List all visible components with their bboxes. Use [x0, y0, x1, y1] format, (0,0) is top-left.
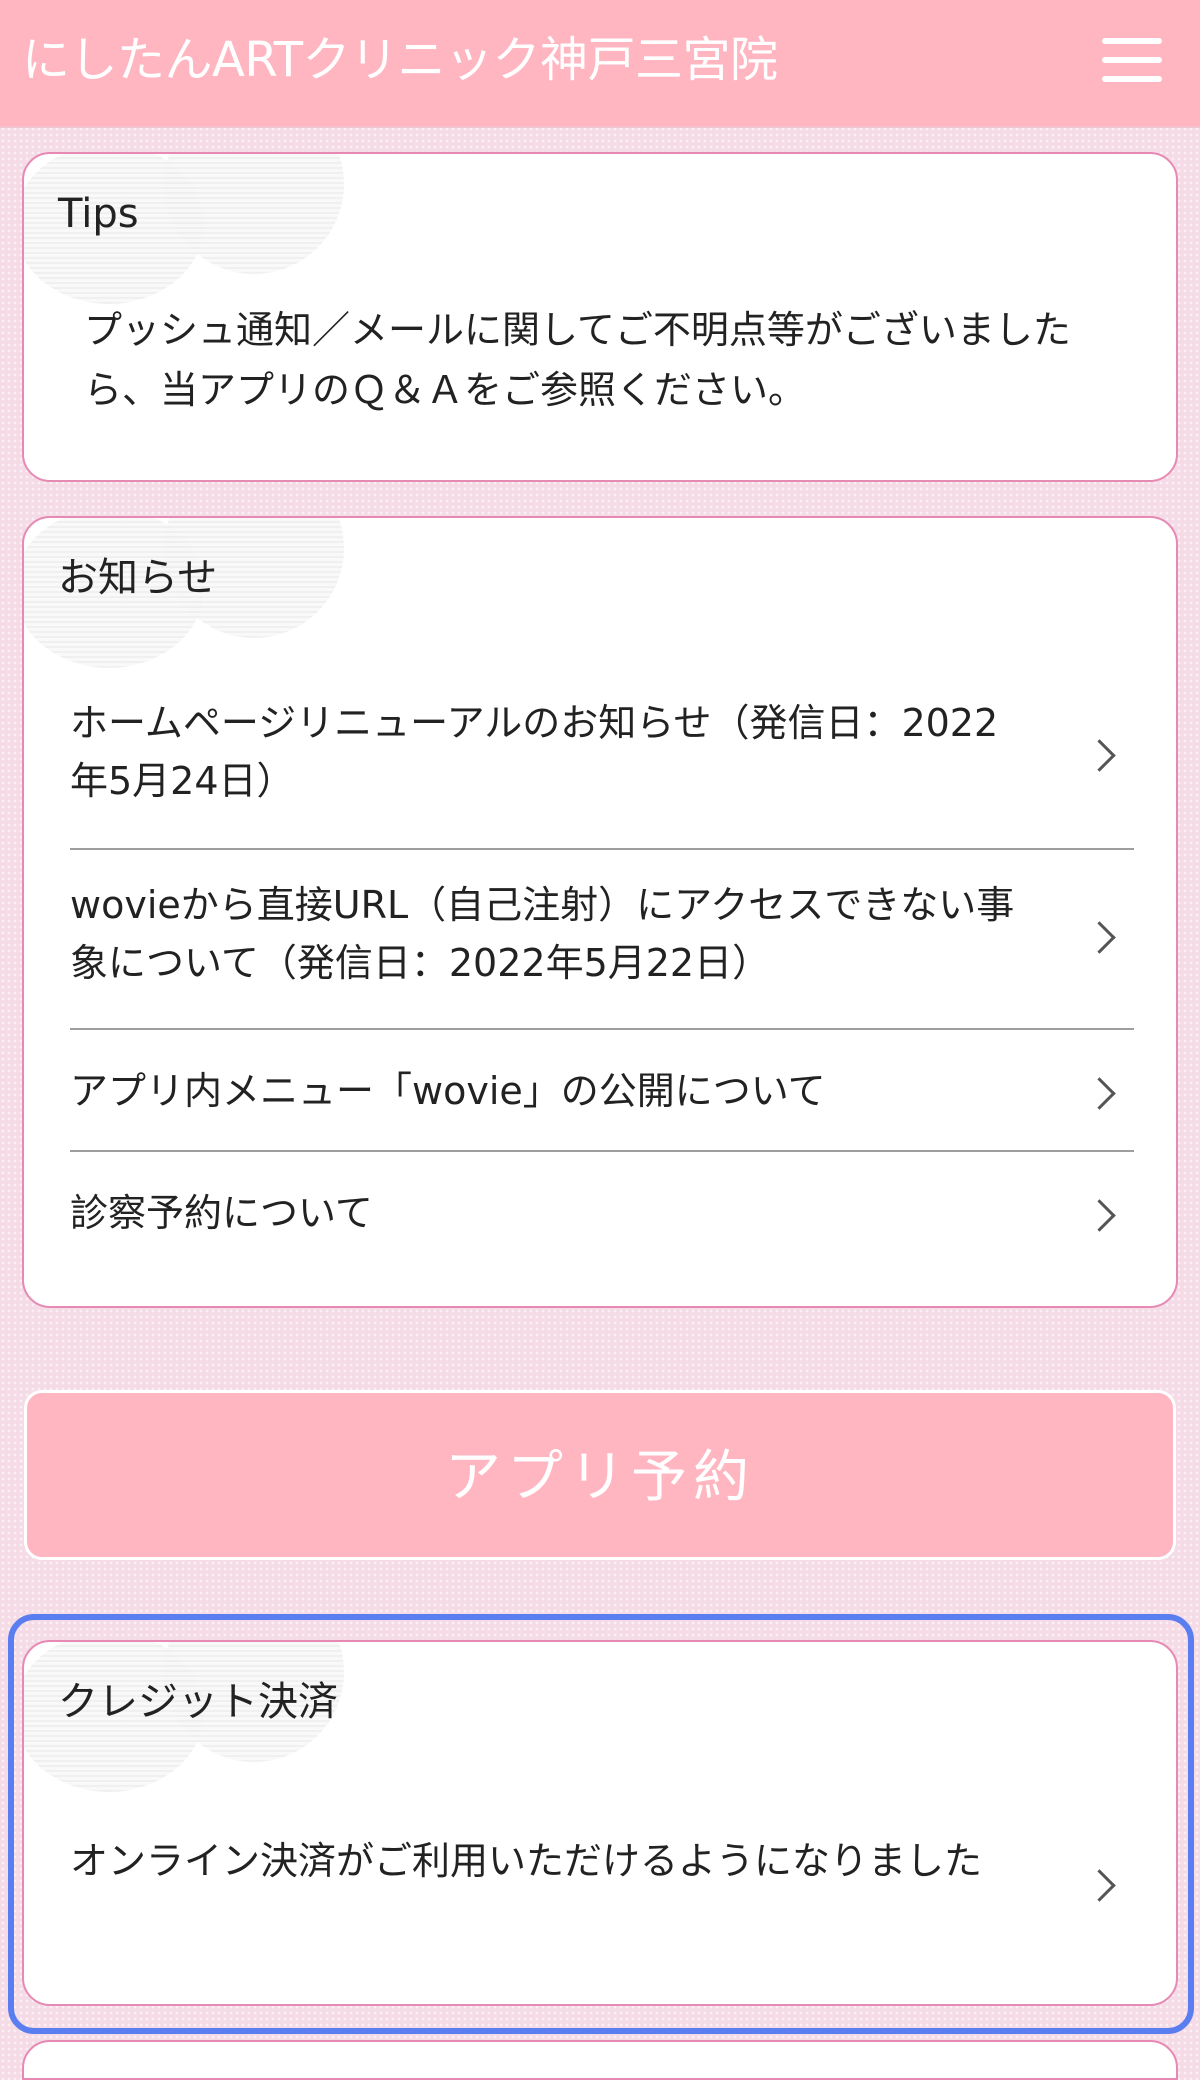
app-reservation-label: アプリ予約 — [445, 1445, 755, 1510]
chevron-right-icon — [1083, 1077, 1116, 1110]
credit-title: クレジット決済 — [58, 1679, 338, 1725]
app-header: にしたんARTクリニック神戸三宮院 — [0, 0, 1200, 128]
news-item-renewal[interactable]: ホームページリニューアルのお知らせ（発信日：2022年5月24日） — [70, 694, 1134, 850]
credit-item-online-payment[interactable]: オンライン決済がご利用いただけるようになりました — [70, 1820, 1134, 1960]
app-reservation-button[interactable]: アプリ予約 — [24, 1390, 1176, 1560]
tips-card: Tips プッシュ通知／メールに関してご不明点等がございましたら、当アプリのＱ＆… — [22, 152, 1178, 482]
chevron-right-icon — [1083, 739, 1116, 772]
news-item-label: アプリ内メニュー「wovie」の公開について — [70, 1069, 826, 1113]
menu-bar-bottom — [1102, 76, 1162, 82]
chevron-right-icon — [1083, 1869, 1116, 1902]
credit-card: クレジット決済 オンライン決済がご利用いただけるようになりました — [22, 1640, 1178, 2006]
menu-bar-top — [1102, 38, 1162, 44]
tips-title: Tips — [58, 191, 139, 237]
news-item-label: ホームページリニューアルのお知らせ（発信日：2022年5月24日） — [70, 701, 999, 803]
news-title: お知らせ — [58, 555, 218, 601]
menu-bar-middle — [1102, 57, 1162, 63]
news-item-label: wovieから直接URL（自己注射）にアクセスできない事象について（発信日：20… — [70, 883, 1015, 985]
news-card: お知らせ ホームページリニューアルのお知らせ（発信日：2022年5月24日） w… — [22, 516, 1178, 1308]
news-item-label: 診察予約について — [70, 1191, 373, 1235]
chevron-right-icon — [1083, 1199, 1116, 1232]
news-item-reservation[interactable]: 診察予約について — [70, 1152, 1134, 1274]
chevron-right-icon — [1083, 921, 1116, 954]
news-item-wovie-menu[interactable]: アプリ内メニュー「wovie」の公開について — [70, 1030, 1134, 1152]
hamburger-menu-icon[interactable] — [1102, 38, 1162, 82]
cloud-decoration — [164, 154, 344, 274]
credit-item-label: オンライン決済がご利用いただけるようになりました — [70, 1839, 983, 1883]
next-card-peek — [22, 2040, 1178, 2080]
news-item-wovie-url[interactable]: wovieから直接URL（自己注射）にアクセスできない事象について（発信日：20… — [70, 850, 1134, 1030]
clinic-title: にしたんARTクリニック神戸三宮院 — [22, 32, 778, 88]
tips-text: プッシュ通知／メールに関してご不明点等がございましたら、当アプリのＱ＆Ａをご参照… — [84, 308, 1071, 412]
